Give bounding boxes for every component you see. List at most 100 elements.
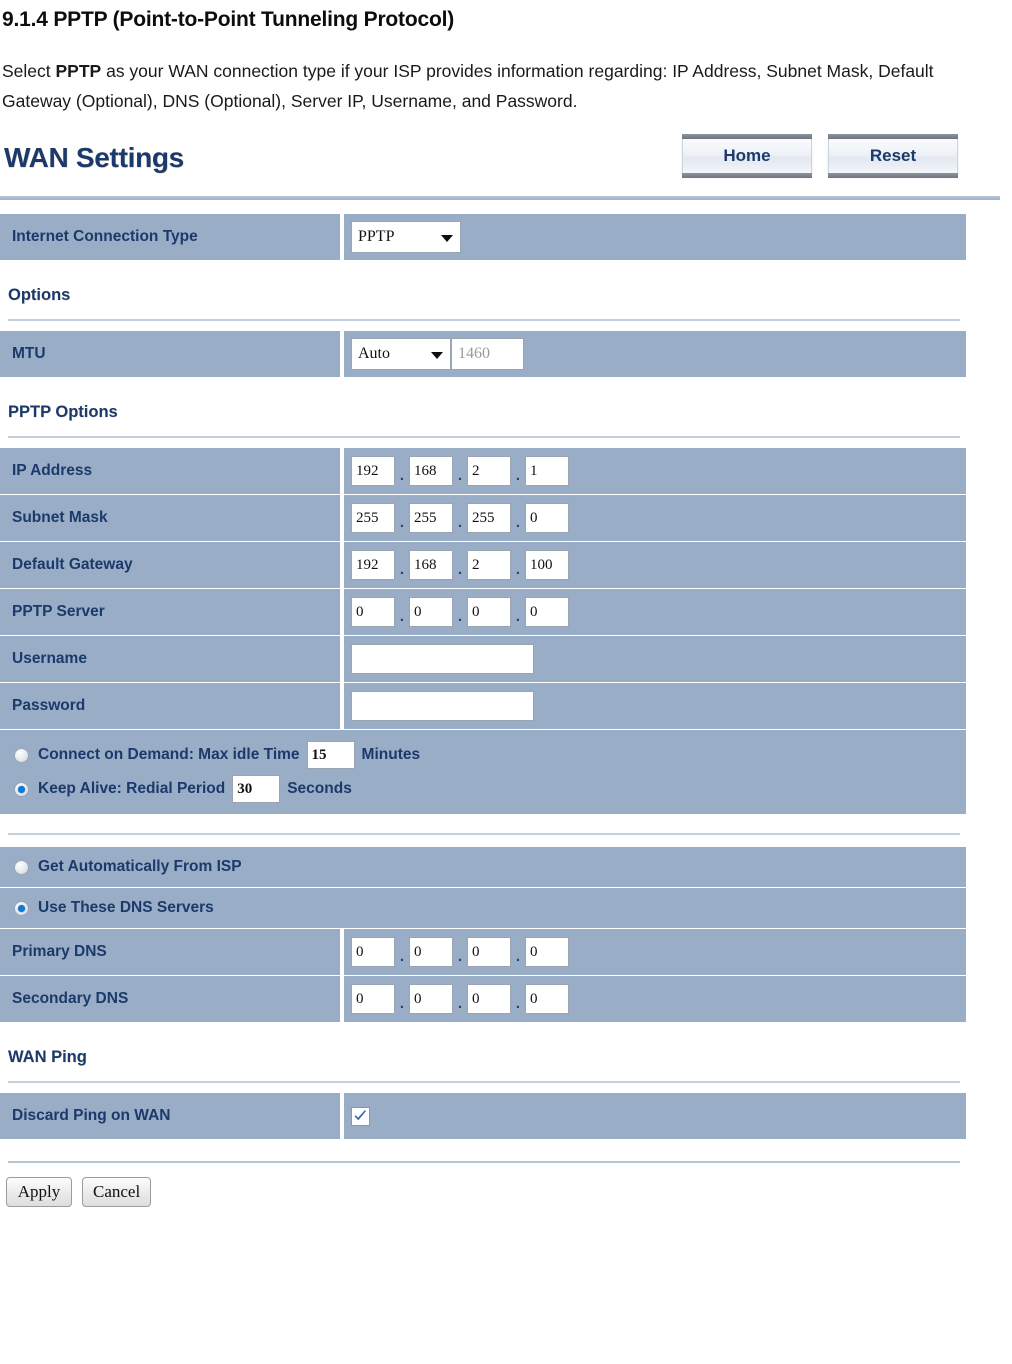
ip-address-octet-group: 192 . 168 . 2 . 1 xyxy=(351,451,569,491)
row-username: Username xyxy=(0,636,966,682)
default-gateway-octet-1[interactable]: 192 xyxy=(351,550,395,580)
keep-alive-radio[interactable] xyxy=(14,781,29,797)
primary-dns-label: Primary DNS xyxy=(0,929,340,975)
secondary-dns-octet-2[interactable]: 0 xyxy=(409,984,453,1014)
ip-separator: . xyxy=(457,467,463,484)
default-gateway-octet-3[interactable]: 2 xyxy=(467,550,511,580)
redial-period-unit: Seconds xyxy=(287,780,352,797)
password-input[interactable] xyxy=(351,691,534,721)
username-value xyxy=(344,636,966,682)
primary-dns-value: 0 . 0 . 0 . 0 xyxy=(344,929,966,975)
username-input[interactable] xyxy=(351,644,534,674)
secondary-dns-octet-4[interactable]: 0 xyxy=(525,984,569,1014)
subnet-mask-octet-3[interactable]: 255 xyxy=(467,503,511,533)
keep-alive-row[interactable]: Keep Alive: Redial Period 30 Seconds xyxy=(14,772,966,806)
primary-dns-octet-4[interactable]: 0 xyxy=(525,937,569,967)
password-label: Password xyxy=(0,683,340,729)
reset-button[interactable]: Reset xyxy=(828,134,958,178)
primary-dns-octet-1[interactable]: 0 xyxy=(351,937,395,967)
pptp-options-divider xyxy=(8,436,960,438)
subnet-mask-octet-4[interactable]: 0 xyxy=(525,503,569,533)
dns-manual-radio[interactable] xyxy=(14,900,29,916)
ip-address-octet-2[interactable]: 168 xyxy=(409,456,453,486)
ip-address-octet-1[interactable]: 192 xyxy=(351,456,395,486)
pptp-server-octet-2[interactable]: 0 xyxy=(409,597,453,627)
cancel-button[interactable]: Cancel xyxy=(82,1177,152,1207)
primary-dns-octet-2[interactable]: 0 xyxy=(409,937,453,967)
row-ip-address: IP Address 192 . 168 . 2 . 1 xyxy=(0,448,966,494)
secondary-dns-octet-3[interactable]: 0 xyxy=(467,984,511,1014)
wan-settings-panel: WAN Settings Home Reset Internet Connect… xyxy=(0,132,1012,1207)
keep-alive-label: Keep Alive: Redial Period xyxy=(38,780,226,797)
section-title-options: Options xyxy=(8,286,71,304)
max-idle-time-input[interactable]: 15 xyxy=(306,741,355,769)
password-value xyxy=(344,683,966,729)
ip-address-octet-4[interactable]: 1 xyxy=(525,456,569,486)
page-title: 9.1.4 PPTP (Point-to-Point Tunneling Pro… xyxy=(2,8,455,31)
check-icon xyxy=(354,1109,367,1120)
home-button[interactable]: Home xyxy=(682,134,812,178)
username-label: Username xyxy=(0,636,340,682)
pptp-server-octet-1[interactable]: 0 xyxy=(351,597,395,627)
intro-paragraph: Select PPTP as your WAN connection type … xyxy=(2,56,1007,116)
pptp-server-octet-4[interactable]: 0 xyxy=(525,597,569,627)
pptp-options-group: IP Address 192 . 168 . 2 . 1 Subnet Mask… xyxy=(0,448,966,814)
primary-dns-octet-3[interactable]: 0 xyxy=(467,937,511,967)
paragraph-lead: Select xyxy=(2,61,56,81)
secondary-dns-octet-1[interactable]: 0 xyxy=(351,984,395,1014)
pptp-server-label: PPTP Server xyxy=(0,589,340,635)
row-mtu: MTU Auto 1460 xyxy=(0,331,966,377)
mtu-mode-select[interactable]: Auto xyxy=(351,338,451,370)
paragraph-rest: as your WAN connection type if your ISP … xyxy=(2,61,934,111)
default-gateway-octet-4[interactable]: 100 xyxy=(525,550,569,580)
subnet-mask-octet-1[interactable]: 255 xyxy=(351,503,395,533)
row-subnet-mask: Subnet Mask 255 . 255 . 255 . 0 xyxy=(0,495,966,541)
mtu-mode-selected-value: Auto xyxy=(358,345,390,362)
ip-separator: . xyxy=(457,948,463,965)
mtu-value-input[interactable]: 1460 xyxy=(451,338,524,370)
subnet-mask-octet-2[interactable]: 255 xyxy=(409,503,453,533)
dns-spacer xyxy=(0,815,1012,833)
connection-mode-group: Connect on Demand: Max idle Time 15 Minu… xyxy=(0,730,966,814)
ip-separator: . xyxy=(515,608,521,625)
discard-ping-checkbox[interactable] xyxy=(351,1106,370,1126)
ip-separator: . xyxy=(399,995,405,1012)
ip-separator: . xyxy=(457,608,463,625)
ip-address-value: 192 . 168 . 2 . 1 xyxy=(344,448,966,494)
connect-on-demand-radio[interactable] xyxy=(14,747,29,763)
connection-type-select[interactable]: PPTP xyxy=(351,221,461,253)
default-gateway-octet-2[interactable]: 168 xyxy=(409,550,453,580)
pptp-server-octet-3[interactable]: 0 xyxy=(467,597,511,627)
primary-dns-octet-group: 0 . 0 . 0 . 0 xyxy=(351,932,569,972)
apply-button[interactable]: Apply xyxy=(6,1177,72,1207)
default-gateway-label: Default Gateway xyxy=(0,542,340,588)
connect-on-demand-row[interactable]: Connect on Demand: Max idle Time 15 Minu… xyxy=(14,738,966,772)
wan-ping-group: Discard Ping on WAN xyxy=(0,1093,966,1139)
chevron-down-icon xyxy=(441,235,453,242)
secondary-dns-octet-group: 0 . 0 . 0 . 0 xyxy=(351,979,569,1019)
row-internet-connection-type: Internet Connection Type PPTP xyxy=(0,214,966,260)
ip-separator: . xyxy=(399,608,405,625)
discard-ping-label: Discard Ping on WAN xyxy=(0,1093,340,1139)
section-title-pptp-options: PPTP Options xyxy=(8,403,118,421)
dns-auto-radio[interactable] xyxy=(14,859,29,875)
options-group: MTU Auto 1460 xyxy=(0,331,966,377)
ip-separator: . xyxy=(515,561,521,578)
ip-separator: . xyxy=(457,514,463,531)
subnet-mask-label: Subnet Mask xyxy=(0,495,340,541)
row-pptp-server: PPTP Server 0 . 0 . 0 . 0 xyxy=(0,589,966,635)
redial-period-input[interactable]: 30 xyxy=(232,775,281,803)
header-button-group: Home Reset xyxy=(682,134,958,178)
footer-button-group: Apply Cancel xyxy=(6,1177,1012,1207)
row-secondary-dns: Secondary DNS 0 . 0 . 0 . 0 xyxy=(0,976,966,1022)
header-divider xyxy=(0,196,1000,200)
row-default-gateway: Default Gateway 192 . 168 . 2 . 100 xyxy=(0,542,966,588)
dns-auto-row[interactable]: Get Automatically From ISP xyxy=(0,847,966,887)
ip-separator: . xyxy=(399,948,405,965)
ip-address-label: IP Address xyxy=(0,448,340,494)
dns-manual-row[interactable]: Use These DNS Servers xyxy=(0,888,966,928)
ip-address-octet-3[interactable]: 2 xyxy=(467,456,511,486)
internet-connection-type-value: PPTP xyxy=(344,214,966,260)
discard-ping-value xyxy=(344,1093,966,1139)
secondary-dns-value: 0 . 0 . 0 . 0 xyxy=(344,976,966,1022)
